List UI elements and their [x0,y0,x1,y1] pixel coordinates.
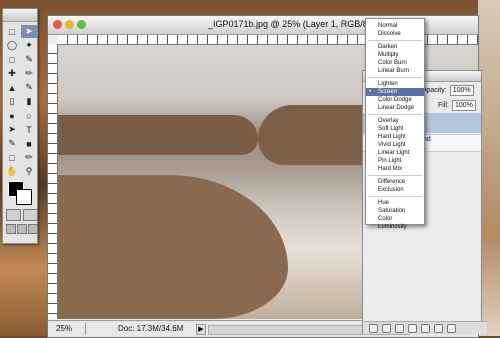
menu-separator [368,175,422,176]
blend-mode-item-linear-light[interactable]: Linear Light [366,149,424,157]
blend-mode-item-hue[interactable]: Hue [366,199,424,207]
screen-mode-full-menu-button[interactable] [17,224,27,234]
minimize-window-button[interactable] [65,20,74,29]
magic-wand-icon[interactable]: ✦ [21,39,37,52]
move-icon[interactable]: ➤ [21,25,37,38]
menu-separator [368,40,422,41]
blend-mode-item-lighten[interactable]: Lighten [366,80,424,88]
status-divider [85,323,86,335]
pen-icon[interactable]: ✎ [4,137,20,150]
blend-mode-item-linear-burn[interactable]: Linear Burn [366,67,424,75]
blend-mode-item-vivid-light[interactable]: Vivid Light [366,141,424,149]
toolbox-title-bar[interactable] [3,9,37,22]
eyedropper-icon[interactable]: ✏ [21,151,37,164]
status-menu-arrow-icon[interactable]: ▶ [196,324,206,335]
blend-mode-item-dissolve[interactable]: Dissolve [366,30,424,38]
blend-mode-label: Screen [378,89,398,95]
zoom-icon[interactable]: ⚲ [21,165,37,178]
document-title: _IGP0171b.jpg @ 25% (Layer 1, RGB/8) [208,19,371,29]
close-window-button[interactable] [53,20,62,29]
hand-icon[interactable]: ✋ [4,165,20,178]
healing-icon[interactable]: ✚ [4,67,20,80]
screen-mode-standard-button[interactable] [6,224,16,234]
blend-mode-item-linear-dodge[interactable]: Linear Dodge [366,104,424,112]
dodge-icon[interactable]: ○ [21,109,37,122]
layers-palette-footer [363,321,487,334]
fill-field[interactable]: 100% [451,100,476,111]
screen-mode-full-button[interactable] [28,224,38,234]
path-select-icon[interactable]: ➤ [4,123,20,136]
crop-icon[interactable]: □ [4,53,20,66]
layer-style-icon[interactable] [382,323,391,333]
new-group-icon[interactable] [421,323,430,333]
trash-icon[interactable] [447,323,456,333]
stamp-icon[interactable]: ▲ [4,81,20,94]
document-size-info: Doc: 17.3M/34.6M [118,324,184,333]
color-swatches[interactable] [8,181,32,205]
blend-mode-item-soft-light[interactable]: Soft Light [366,125,424,133]
new-layer-icon[interactable] [434,323,443,333]
blend-mode-item-screen[interactable]: • Screen [366,88,424,96]
marquee-icon[interactable]: □ [4,25,20,38]
quick-mask-mode-button[interactable] [23,209,38,221]
blend-mode-item-pin-light[interactable]: Pin Light [366,157,424,165]
blend-mode-item-multiply[interactable]: Multiply [366,51,424,59]
canvas-image-sand-foreground [58,175,288,319]
vertical-ruler[interactable] [48,44,58,319]
zoom-window-button[interactable] [77,20,86,29]
menu-separator [368,114,422,115]
blend-mode-item-exclusion[interactable]: Exclusion [366,186,424,194]
brush-icon[interactable]: ✏ [21,67,37,80]
background-color-swatch[interactable] [16,189,32,205]
history-brush-icon[interactable]: ✎ [21,81,37,94]
standard-mode-button[interactable] [6,209,21,221]
toolbox-palette: □ ➤ ◯ ✦ □ ✎ ✚ ✏ ▲ ✎ ▯ ▮ ● ○ ➤ T ✎ ■ □ ✏ … [2,8,38,244]
blend-mode-item-overlay[interactable]: Overlay [366,117,424,125]
blend-mode-item-difference[interactable]: Difference [366,178,424,186]
gradient-icon[interactable]: ▮ [21,95,37,108]
zoom-level[interactable]: 25% [56,324,72,333]
checkmark-icon: • [369,89,372,95]
layer-mask-icon[interactable] [395,323,404,333]
opacity-field[interactable]: 100% [449,85,474,96]
blur-icon[interactable]: ● [4,109,20,122]
lasso-icon[interactable]: ◯ [4,39,20,52]
blend-mode-item-luminosity[interactable]: Luminosity [366,223,424,231]
shape-icon[interactable]: ■ [21,137,37,150]
blend-mode-item-hard-light[interactable]: Hard Light [366,133,424,141]
new-fill-layer-icon[interactable] [408,323,417,333]
blend-mode-item-darken[interactable]: Darken [366,43,424,51]
blend-mode-item-saturation[interactable]: Saturation [366,207,424,215]
menu-separator [368,77,422,78]
link-layers-icon[interactable] [369,323,378,333]
blend-mode-item-color-burn[interactable]: Color Burn [366,59,424,67]
notes-icon[interactable]: □ [4,151,20,164]
fill-label: Fill: [438,102,449,109]
canvas-image-sand-bar [58,115,258,155]
eraser-icon[interactable]: ▯ [4,95,20,108]
blend-mode-menu: Normal Dissolve Darken Multiply Color Burn Li… [365,18,425,230]
blend-mode-item-color[interactable]: Color [366,215,424,223]
type-icon[interactable]: T [21,123,37,136]
menu-separator [368,196,422,197]
blend-mode-item-color-dodge[interactable]: Color Dodge [366,96,424,104]
fill-control[interactable]: Fill: 100% [438,100,476,111]
blend-mode-item-normal[interactable]: Normal [366,22,424,30]
opacity-control[interactable]: Opacity: 100% [421,85,474,96]
slice-icon[interactable]: ✎ [21,53,37,66]
blend-mode-item-hard-mix[interactable]: Hard Mix [366,165,424,173]
